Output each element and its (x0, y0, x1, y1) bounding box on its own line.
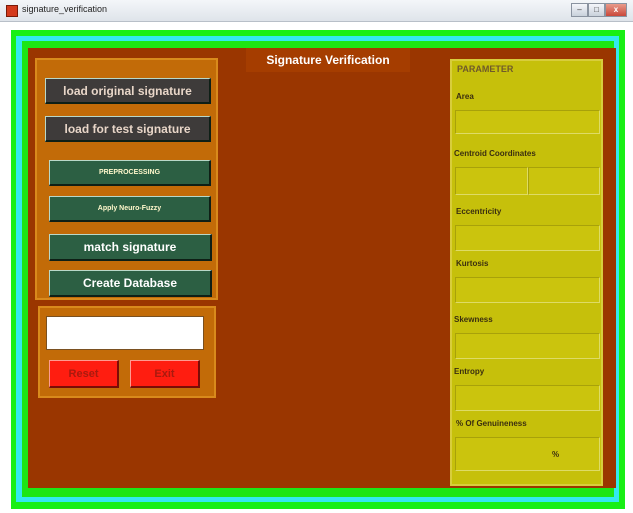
match-signature-button[interactable]: match signature (49, 234, 212, 261)
window-title: signature_verification (22, 4, 108, 14)
centroid-label: Centroid Coordinates (454, 149, 536, 158)
app-icon (6, 5, 18, 17)
load-test-signature-button[interactable]: load for test signature (45, 116, 211, 142)
reset-button[interactable]: Reset (49, 360, 119, 388)
eccentricity-value (455, 225, 600, 251)
load-original-signature-button[interactable]: load original signature (45, 78, 211, 104)
eccentricity-label: Eccentricity (456, 207, 502, 216)
preprocessing-button[interactable]: PREPROCESSING (49, 160, 211, 186)
create-database-button[interactable]: Create Database (49, 270, 212, 297)
centroid-x-value (455, 167, 528, 195)
kurtosis-value (455, 277, 600, 303)
page-title: Signature Verification (266, 53, 390, 67)
exit-button[interactable]: Exit (130, 360, 200, 388)
result-display (46, 316, 204, 350)
skewness-label: Skewness (454, 315, 493, 324)
area-value (455, 110, 600, 134)
parameter-title: PARAMETER (457, 64, 514, 74)
centroid-y-value (528, 167, 600, 195)
entropy-label: Entropy (454, 367, 485, 376)
parameter-panel: PARAMETER Area Centroid Coordinates Ecce… (450, 59, 603, 486)
area-label: Area (456, 92, 474, 101)
minimize-button[interactable]: – (571, 3, 588, 17)
genuineness-value (455, 437, 600, 471)
close-button[interactable]: x (605, 3, 627, 17)
genuineness-label: % Of Genuineness (456, 419, 527, 428)
entropy-value (455, 385, 600, 411)
apply-neuro-fuzzy-button[interactable]: Apply Neuro-Fuzzy (49, 196, 211, 222)
genuineness-unit: % (552, 450, 560, 459)
skewness-value (455, 333, 600, 359)
kurtosis-label: Kurtosis (456, 259, 489, 268)
maximize-button[interactable]: □ (588, 3, 605, 17)
